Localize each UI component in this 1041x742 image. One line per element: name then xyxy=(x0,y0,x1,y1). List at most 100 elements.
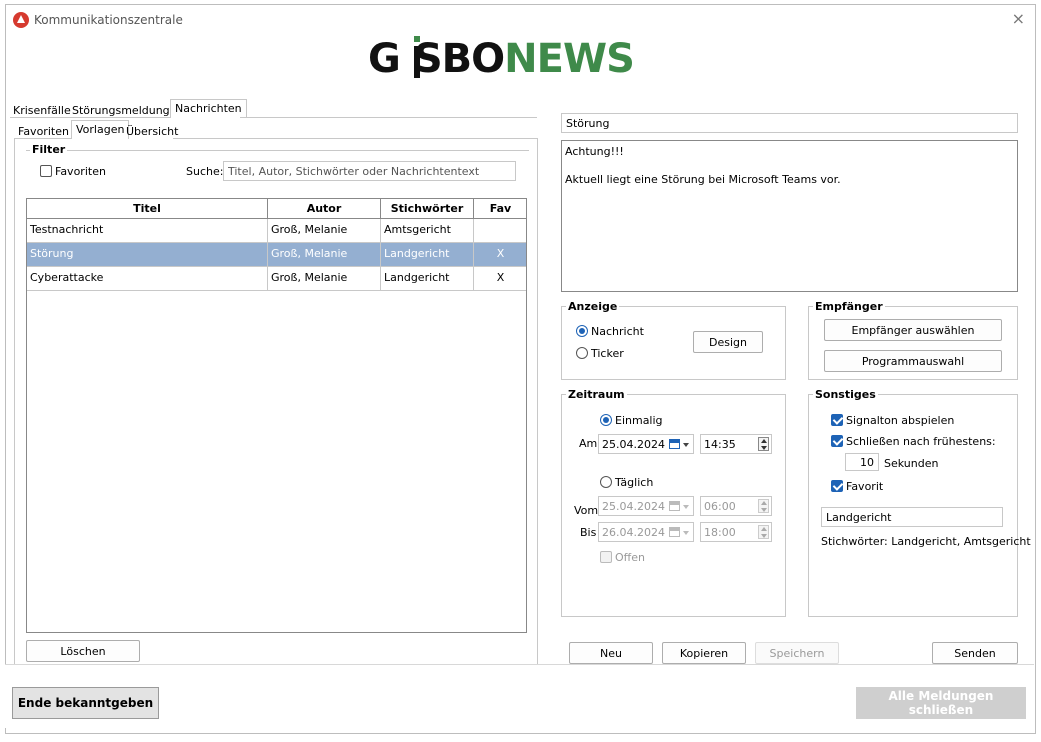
bis-time-spinner[interactable]: 18:00 xyxy=(700,522,772,542)
tab-favoriten[interactable]: Favoriten xyxy=(18,125,69,138)
gisbo-news-logo: G SBONEWS xyxy=(368,36,635,82)
tab-vorlagen[interactable]: Vorlagen xyxy=(71,120,130,139)
keyword-input[interactable] xyxy=(821,507,1003,527)
taeglich-radio[interactable] xyxy=(600,476,612,488)
am-label: Am xyxy=(579,437,598,450)
empfaenger-title: Empfänger xyxy=(813,300,885,313)
bis-date-value: 26.04.2024 xyxy=(602,526,665,539)
chevron-down-icon xyxy=(683,531,689,535)
tab-krisenfaelle[interactable]: Krisenfälle xyxy=(13,104,71,117)
tab-divider xyxy=(10,117,170,118)
search-label: Suche: xyxy=(186,165,224,178)
column-header-fav[interactable]: Fav xyxy=(474,199,527,218)
calendar-icon xyxy=(669,527,680,537)
spinner-arrows-icon[interactable] xyxy=(758,525,769,539)
schliessen-checkbox[interactable] xyxy=(831,435,843,447)
cell-titel: Störung xyxy=(27,243,268,266)
table-row[interactable]: Störung Groß, Melanie Landgericht X xyxy=(27,243,526,267)
vom-time-value: 06:00 xyxy=(704,500,736,513)
signalton-label: Signalton abspielen xyxy=(846,414,955,427)
cell-autor: Groß, Melanie xyxy=(268,243,381,266)
tab-uebersicht[interactable]: Übersicht xyxy=(126,125,178,138)
cell-titel: Cyberattacke xyxy=(27,267,268,290)
kopieren-button[interactable]: Kopieren xyxy=(662,642,746,664)
calendar-icon xyxy=(669,439,680,449)
ende-bekanntgeben-button[interactable]: Ende bekanntgeben xyxy=(12,687,159,719)
table-empty-area xyxy=(27,291,526,632)
favoriten-label: Favoriten xyxy=(55,165,106,178)
tab-nachrichten[interactable]: Nachrichten xyxy=(170,99,247,118)
column-header-autor[interactable]: Autor xyxy=(268,199,381,218)
vom-label: Vom xyxy=(574,504,599,517)
offen-checkbox[interactable] xyxy=(600,551,612,563)
loeschen-button[interactable]: Löschen xyxy=(26,640,140,662)
nachricht-radio[interactable] xyxy=(576,325,588,337)
sonstiges-title: Sonstiges xyxy=(813,388,878,401)
spinner-arrows-icon[interactable] xyxy=(758,499,769,513)
anzeige-title: Anzeige xyxy=(566,300,620,313)
chevron-down-icon xyxy=(683,505,689,509)
empfaenger-auswaehlen-button[interactable]: Empfänger auswählen xyxy=(824,319,1002,341)
column-header-titel[interactable]: Titel xyxy=(27,199,268,218)
favoriten-checkbox[interactable] xyxy=(40,165,52,177)
logo-mark-icon xyxy=(414,36,420,78)
subject-input[interactable] xyxy=(561,113,1018,133)
cell-stichwoerter: Amtsgericht xyxy=(381,219,474,242)
einmalig-label: Einmalig xyxy=(615,414,663,427)
cell-fav: X xyxy=(496,271,505,284)
nachricht-label: Nachricht xyxy=(591,325,644,338)
spinner-arrows-icon[interactable] xyxy=(758,437,769,451)
column-header-stichwoerter[interactable]: Stichwörter xyxy=(381,199,474,218)
bis-label: Bis xyxy=(580,526,597,539)
filter-title: Filter xyxy=(30,143,68,156)
table-row[interactable]: Cyberattacke Groß, Melanie Landgericht X xyxy=(27,267,526,291)
sonstiges-group xyxy=(808,394,1018,617)
offen-label: Offen xyxy=(615,551,645,564)
calendar-icon xyxy=(669,501,680,511)
ticker-label: Ticker xyxy=(591,347,624,360)
signalton-checkbox[interactable] xyxy=(831,414,843,426)
tab-divider xyxy=(240,117,537,118)
chevron-down-icon xyxy=(683,443,689,447)
cell-titel: Testnachricht xyxy=(27,219,268,242)
search-input[interactable] xyxy=(223,161,516,181)
vom-date-picker[interactable]: 25.04.2024 xyxy=(598,496,694,516)
alle-meldungen-schliessen-button[interactable]: Alle Meldungen schließen xyxy=(856,687,1026,719)
close-icon[interactable]: × xyxy=(1012,9,1025,28)
design-button[interactable]: Design xyxy=(693,331,763,353)
cell-stichwoerter: Landgericht xyxy=(381,267,474,290)
programmauswahl-button[interactable]: Programmauswahl xyxy=(824,350,1002,372)
am-date-picker[interactable]: 25.04.2024 xyxy=(598,434,694,454)
cell-fav xyxy=(474,219,527,242)
bis-date-picker[interactable]: 26.04.2024 xyxy=(598,522,694,542)
table-row[interactable]: Testnachricht Groß, Melanie Amtsgericht xyxy=(27,219,526,243)
message-body-textarea[interactable]: Achtung!!! Aktuell liegt eine Störung be… xyxy=(561,140,1018,292)
am-date-value: 25.04.2024 xyxy=(602,438,665,451)
favorit-checkbox[interactable] xyxy=(831,480,843,492)
seconds-input[interactable] xyxy=(845,453,879,471)
sekunden-label: Sekunden xyxy=(884,457,939,470)
keywords-text: Stichwörter: Landgericht, Amtsgericht xyxy=(821,535,1031,548)
vorlagen-table: Titel Autor Stichwörter Fav Testnachrich… xyxy=(26,198,527,633)
einmalig-radio[interactable] xyxy=(600,414,612,426)
neu-button[interactable]: Neu xyxy=(569,642,653,664)
title-bar: Kommunikationszentrale × xyxy=(6,5,1035,35)
schliessen-label: Schließen nach frühestens: xyxy=(846,435,996,448)
am-time-spinner[interactable]: 14:35 xyxy=(700,434,772,454)
cell-autor: Groß, Melanie xyxy=(268,267,381,290)
cell-autor: Groß, Melanie xyxy=(268,219,381,242)
am-time-value: 14:35 xyxy=(704,438,736,451)
cell-stichwoerter: Landgericht xyxy=(381,243,474,266)
cell-fav: X xyxy=(496,247,505,260)
vom-date-value: 25.04.2024 xyxy=(602,500,665,513)
ticker-radio[interactable] xyxy=(576,347,588,359)
tab-stoerungsmeldungen[interactable]: Störungsmeldungen xyxy=(72,104,183,117)
favorit-label: Favorit xyxy=(846,480,884,493)
taeglich-label: Täglich xyxy=(615,476,654,489)
speichern-button[interactable]: Speichern xyxy=(755,642,839,664)
vom-time-spinner[interactable]: 06:00 xyxy=(700,496,772,516)
senden-button[interactable]: Senden xyxy=(932,642,1018,664)
zeitraum-title: Zeitraum xyxy=(566,388,627,401)
window-title: Kommunikationszentrale xyxy=(34,13,183,27)
bis-time-value: 18:00 xyxy=(704,526,736,539)
